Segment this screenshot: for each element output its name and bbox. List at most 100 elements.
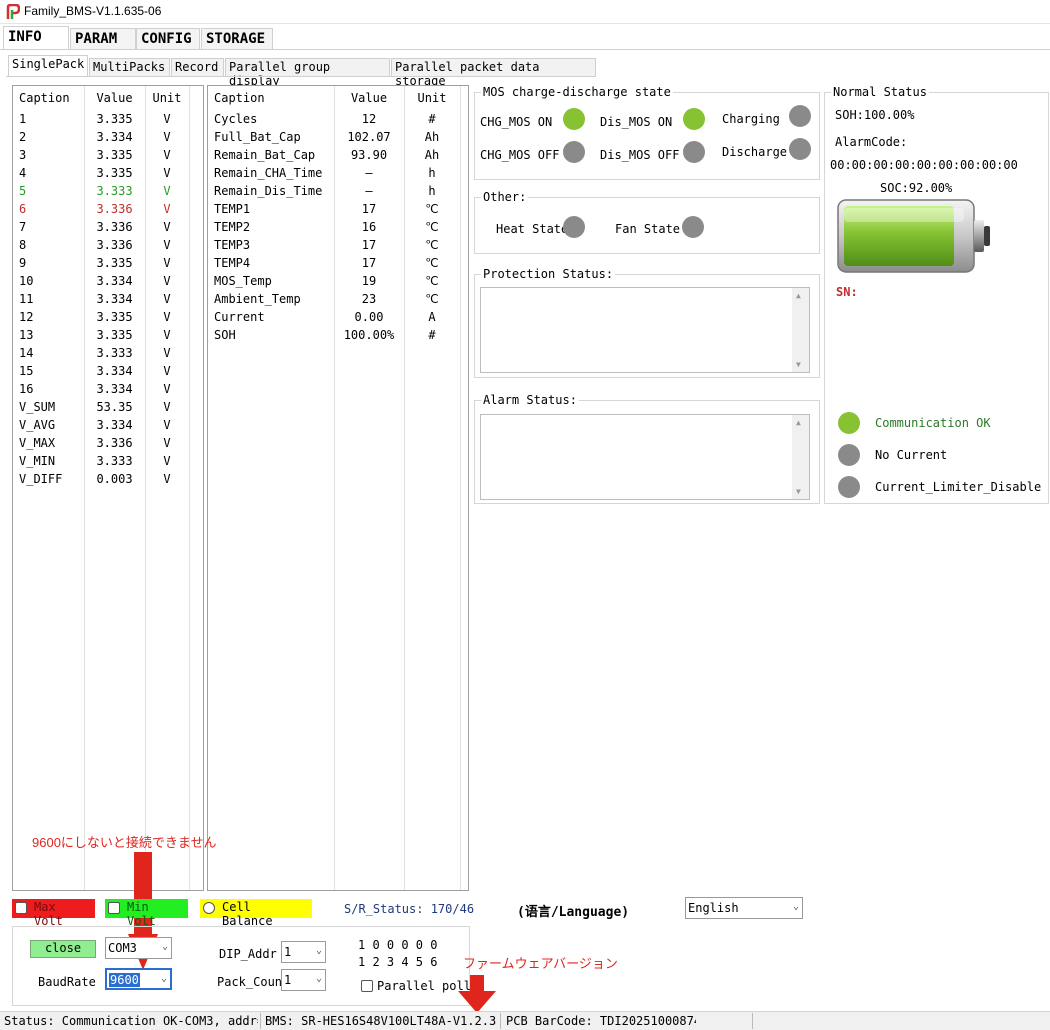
table-row[interactable]: 7 3.336 V [13,218,189,236]
min-volt-legend[interactable]: Min Volt [105,899,188,928]
row-unit: V [163,328,171,342]
row-caption: 1 [19,112,27,126]
subtab-parallel-packet-data-storage[interactable]: Parallel packet data storage [391,58,596,88]
table-row[interactable]: 9 3.335 V [13,254,189,272]
table-row[interactable]: 5 3.333 V [13,182,189,200]
com-port-select[interactable]: COM3 ⌄ [105,937,172,959]
com-port-value: COM3 [108,941,137,955]
table-row[interactable]: V_MAX 3.336 V [13,434,189,452]
status-separator [500,1013,501,1029]
row-value: 102.07 [347,130,391,144]
discharge-label: Discharge [722,145,788,159]
menu-divider [0,49,1050,50]
table-row[interactable]: 12 3.335 V [13,308,189,326]
table-row[interactable]: 15 3.334 V [13,362,189,380]
dip-addr-select[interactable]: 1 ⌄ [281,941,326,963]
column-header-caption: Caption [19,91,70,105]
row-unit: ℃ [425,220,439,234]
pack-info-table[interactable]: Caption Value Unit Cycles 12 # Full_Bat_Cap… [207,85,469,891]
row-caption: 10 [19,274,34,288]
subtab-record[interactable]: Record [171,58,224,77]
alarm-status-title: Alarm Status: [481,393,579,407]
max-volt-legend[interactable]: Max Volt [12,899,95,928]
row-caption: 2 [19,130,27,144]
alarm-status-scrollbar[interactable]: ▲ ▼ [792,415,809,499]
row-unit: V [163,256,171,270]
table-row[interactable]: V_SUM 53.35 V [13,398,189,416]
cell-balance-legend[interactable]: Cell Balance [200,899,312,928]
row-value: 3.334 [96,418,133,432]
row-unit: V [163,292,171,306]
row-value: 3.335 [96,256,133,270]
row-caption: TEMP3 [214,238,251,252]
chevron-down-icon: ⌄ [160,973,167,984]
tab-config[interactable]: CONFIG [136,28,200,50]
no-current-label: No Current [875,448,948,462]
subtab-parallel-group-display[interactable]: Parallel group display [225,58,390,88]
max-volt-checkbox[interactable] [15,902,27,914]
table-row[interactable]: 11 3.334 V [13,290,189,308]
tab-param[interactable]: PARAM [70,28,136,50]
cell-balance-checkbox[interactable] [203,902,215,914]
table-row[interactable]: 10 3.334 V [13,272,189,290]
row-caption: 12 [19,310,34,324]
row-value: 3.335 [96,166,133,180]
row-unit: V [163,364,171,378]
table-row[interactable]: 1 3.335 V [13,110,189,128]
row-caption: V_AVG [19,418,56,432]
row-value: 3.334 [96,130,133,144]
table-row[interactable]: V_DIFF 0.003 V [13,470,189,488]
protection-status-title: Protection Status: [481,267,616,281]
row-caption: V_MIN [19,454,56,468]
row-unit: V [163,238,171,252]
row-value: 16 [361,220,377,234]
current-limiter-label: Current_Limiter_Disable [875,480,1042,494]
baud-rate-select[interactable]: 9600 ⌄ [105,968,172,990]
row-caption: Remain_Dis_Time [214,184,323,198]
row-caption: 3 [19,148,27,162]
language-select[interactable]: English ⌄ [685,897,803,919]
table-row[interactable]: 2 3.334 V [13,128,189,146]
row-unit: V [163,130,171,144]
row-caption: SOH [214,328,236,342]
dip-addr-value: 1 [284,945,292,959]
row-caption: TEMP4 [214,256,251,270]
status-separator [260,1013,261,1029]
alarm-code-value: 00:00:00:00:00:00:00:00:00 [830,158,1018,172]
dis-mos-on-label: Dis_MOS ON [600,115,673,129]
cells-table[interactable]: Caption Value Unit 1 3.335 V 2 3.334 V 3 3.335 V… [12,85,204,891]
tab-info[interactable]: INFO [3,26,69,50]
row-unit: V [163,202,171,216]
sn-label: SN: [836,285,858,299]
parallel-poll-checkbox[interactable] [361,980,373,992]
dip-addr-label: DIP_Addr [219,947,277,961]
pack-count-select[interactable]: 1 ⌄ [281,969,326,991]
table-row[interactable]: V_AVG 3.334 V [13,416,189,434]
table-row[interactable]: 6 3.336 V [13,200,189,218]
chg-mos-off-led-icon [563,141,585,163]
alarm-status-textarea[interactable]: ▲ ▼ [480,414,810,500]
row-unit: ℃ [425,238,439,252]
subtab-singlepack[interactable]: SinglePack [8,55,88,77]
table-row[interactable]: 14 3.333 V [13,344,189,362]
tab-storage[interactable]: STORAGE [201,28,273,50]
table-row[interactable]: 13 3.335 V [13,326,189,344]
row-unit: ℃ [425,274,439,288]
baud-rate-value: 9600 [109,973,140,987]
protection-status-scrollbar[interactable]: ▲ ▼ [792,288,809,372]
protection-status-textarea[interactable]: ▲ ▼ [480,287,810,373]
min-volt-checkbox[interactable] [108,902,120,914]
row-unit: V [163,382,171,396]
discharge-led-icon [789,138,811,160]
heat-state-label: Heat State [496,222,569,236]
subtab-multipacks[interactable]: MultiPacks [89,58,170,77]
table-row[interactable]: 3 3.335 V [13,146,189,164]
close-port-button[interactable]: close [30,940,96,958]
table-row[interactable]: 8 3.336 V [13,236,189,254]
pack-count-label: Pack_Coun [217,975,283,989]
table-row[interactable]: V_MIN 3.333 V [13,452,189,470]
row-caption: 9 [19,256,27,270]
row-caption: V_MAX [19,436,56,450]
table-row[interactable]: 4 3.335 V [13,164,189,182]
table-row[interactable]: 16 3.334 V [13,380,189,398]
